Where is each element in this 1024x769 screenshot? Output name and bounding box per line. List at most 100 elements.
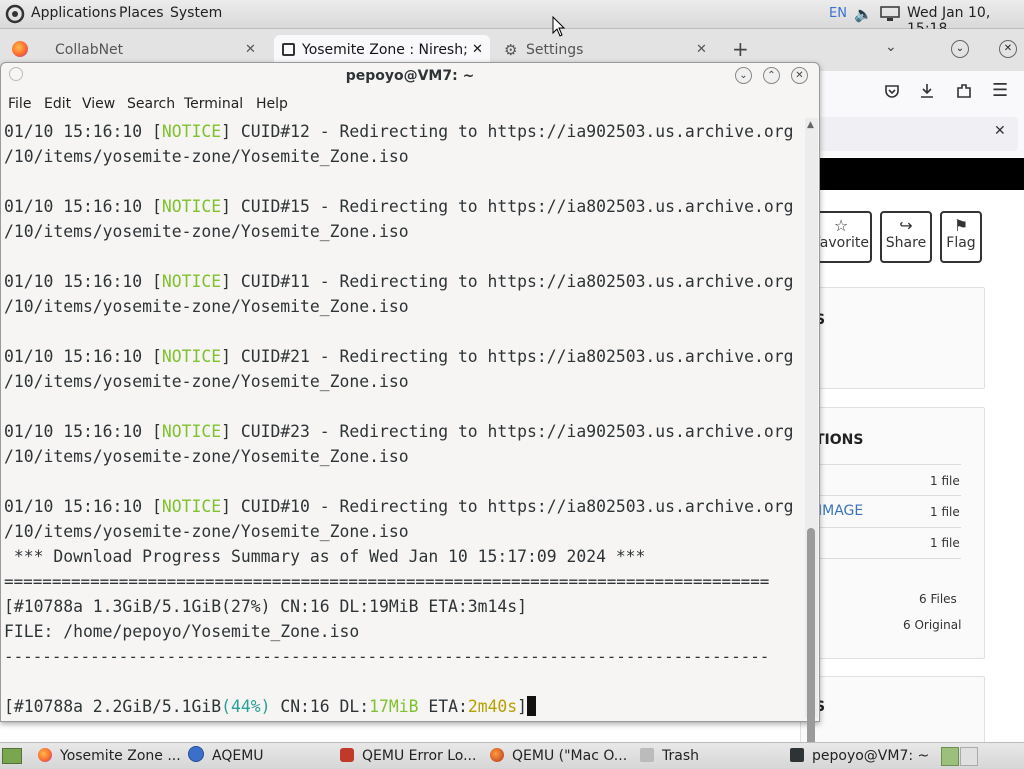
tab-close-icon[interactable]: ✕ (245, 35, 256, 65)
volume-icon[interactable]: 🔈 (854, 5, 873, 23)
divider (818, 464, 961, 465)
workspace-switcher-1[interactable] (941, 747, 959, 766)
info-card: S (800, 287, 985, 389)
share-button[interactable]: ↪ Share (880, 211, 932, 263)
extensions-icon[interactable] (955, 82, 973, 100)
scroll-up-icon[interactable]: ▲ (807, 120, 814, 130)
divider (818, 527, 961, 528)
show-desktop-icon[interactable] (2, 748, 22, 764)
log-line: 01/10 15:16:10 [NOTICE] CUID#21 - Redire… (4, 347, 794, 366)
workspace-switcher-2[interactable] (960, 747, 978, 766)
summary-file: FILE: /home/pepoyo/Yosemite_Zone.iso (4, 622, 360, 641)
download-link-image[interactable]: IMAGE (818, 503, 863, 519)
bug-icon (340, 748, 354, 762)
taskbar-label: Yosemite Zone ... (60, 748, 181, 764)
menu-file[interactable]: File (8, 96, 31, 112)
menu-applications[interactable]: Applications (31, 5, 117, 21)
share-icon: ↪ (899, 216, 913, 235)
menu-system[interactable]: System (170, 5, 222, 21)
minimize-button[interactable]: ⌄ (735, 67, 752, 84)
taskbar-label: QEMU Error Lo... (362, 748, 477, 764)
menu-view[interactable]: View (82, 96, 115, 112)
qemu-icon (490, 748, 504, 762)
summary-header: *** Download Progress Summary as of Wed … (4, 547, 646, 566)
archive-favicon-icon (282, 43, 295, 56)
taskbar-item-aqemu[interactable]: AQEMU (188, 746, 264, 766)
browser-toolbar: ☰ (818, 71, 1024, 113)
log-line: 01/10 15:16:10 [NOTICE] CUID#11 - Redire… (4, 272, 794, 291)
taskbar-item-firefox[interactable]: Yosemite Zone ... (38, 746, 181, 766)
tab-label: Settings (526, 42, 584, 58)
keyboard-layout-indicator[interactable]: EN (829, 6, 847, 21)
log-line: 01/10 15:16:10 [NOTICE] CUID#23 - Redire… (4, 422, 794, 441)
log-line: /10/items/yosemite-zone/Yosemite_Zone.is… (4, 522, 409, 541)
page-search-field[interactable] (818, 117, 1018, 151)
network-icon[interactable] (880, 6, 900, 22)
log-line: /10/items/yosemite-zone/Yosemite_Zone.is… (4, 222, 409, 241)
summary-progress: [#10788a 1.3GiB/5.1GiB(27%) CN:16 DL:19M… (4, 597, 528, 616)
log-line: 01/10 15:16:10 [NOTICE] CUID#15 - Redire… (4, 197, 794, 216)
log-line: 01/10 15:16:10 [NOTICE] CUID#10 - Redire… (4, 497, 794, 516)
aqemu-icon (188, 746, 204, 762)
tab-close-icon[interactable]: ✕ (472, 35, 483, 65)
info-card: S (800, 676, 985, 748)
taskbar-item-qemu-mac[interactable]: QEMU ("Mac O... (490, 746, 627, 766)
flag-icon: ⚑ (953, 216, 969, 235)
flag-label: Flag (946, 235, 976, 251)
terminal-output[interactable]: 01/10 15:16:10 [NOTICE] CUID#12 - Redire… (4, 118, 804, 718)
terminal-titlebar[interactable]: pepoyo@VM7: ~ (1, 63, 819, 89)
clear-search-icon[interactable]: ✕ (994, 123, 1006, 139)
file-count: 1 file (930, 505, 960, 519)
divider (818, 558, 961, 559)
top-panel: Applications Places System EN 🔈 Wed Jan … (0, 0, 1024, 37)
new-tab-button[interactable]: + (732, 37, 749, 61)
tab-collabnet[interactable]: CollabNet ✕ (40, 35, 268, 65)
tab-yosemite-zone[interactable]: Yosemite Zone : Niresh; A ✕ (274, 35, 490, 65)
page-search-row: ✕ (818, 113, 1024, 157)
menu-edit[interactable]: Edit (44, 96, 71, 112)
downloads-icon[interactable] (919, 82, 935, 100)
window-menu-icon[interactable] (9, 67, 23, 81)
log-line: /10/items/yosemite-zone/Yosemite_Zone.is… (4, 372, 409, 391)
terminal-scrollbar[interactable]: ▲ (805, 118, 818, 754)
pocket-icon[interactable] (884, 83, 900, 99)
minimize-window-icon[interactable]: ⌄ (951, 40, 969, 58)
tab-close-icon[interactable]: ✕ (696, 35, 707, 65)
log-line: /10/items/yosemite-zone/Yosemite_Zone.is… (4, 297, 409, 316)
menu-search[interactable]: Search (127, 96, 175, 112)
menu-places[interactable]: Places (119, 5, 164, 21)
menu-help[interactable]: Help (256, 96, 288, 112)
log-line: /10/items/yosemite-zone/Yosemite_Zone.is… (4, 147, 409, 166)
menu-terminal[interactable]: Terminal (184, 96, 243, 112)
taskbar-label: AQEMU (212, 748, 264, 764)
tab-label: Yosemite Zone : Niresh; A (302, 42, 470, 58)
trash-icon (640, 748, 654, 762)
close-window-icon[interactable]: ✕ (999, 40, 1017, 58)
app-menu-icon[interactable]: ☰ (992, 80, 1008, 101)
distro-logo-icon[interactable] (5, 4, 25, 24)
card-heading: TIONS (815, 432, 864, 448)
taskbar-label: QEMU ("Mac O... (512, 748, 628, 764)
summary-rule: ----------------------------------------… (4, 647, 770, 666)
mouse-pointer-icon (552, 16, 566, 37)
summary-rule: ========================================… (4, 572, 770, 591)
flag-button[interactable]: ⚑ Flag (940, 211, 982, 263)
tab-settings[interactable]: ⚙ Settings ✕ (496, 35, 714, 65)
live-progress-line: [#10788a 2.2GiB/5.1GiB(44%) CN:16 DL:17M… (4, 694, 537, 718)
log-line: 01/10 15:16:10 [NOTICE] CUID#12 - Redire… (4, 122, 794, 141)
maximize-button[interactable]: ⌃ (763, 67, 780, 84)
taskbar-label: pepoyo@VM7: ~ (812, 748, 930, 764)
taskbar-item-qemu-error-log[interactable]: QEMU Error Lo... (340, 746, 476, 766)
terminal-menubar: File Edit View Search Terminal Help (1, 93, 819, 115)
gear-icon: ⚙ (504, 41, 518, 59)
scrollbar-thumb[interactable] (807, 528, 815, 754)
list-all-tabs-chevron-icon[interactable]: ⌄ (885, 39, 897, 55)
tab-label: CollabNet (55, 42, 124, 58)
taskbar-item-trash[interactable]: Trash (640, 746, 699, 766)
close-button[interactable]: ✕ (791, 67, 808, 84)
file-count: 1 file (930, 474, 960, 488)
log-line: /10/items/yosemite-zone/Yosemite_Zone.is… (4, 447, 409, 466)
firefox-icon (12, 41, 28, 57)
taskbar-item-terminal[interactable]: pepoyo@VM7: ~ (790, 746, 929, 766)
site-header-bar (818, 158, 1024, 190)
